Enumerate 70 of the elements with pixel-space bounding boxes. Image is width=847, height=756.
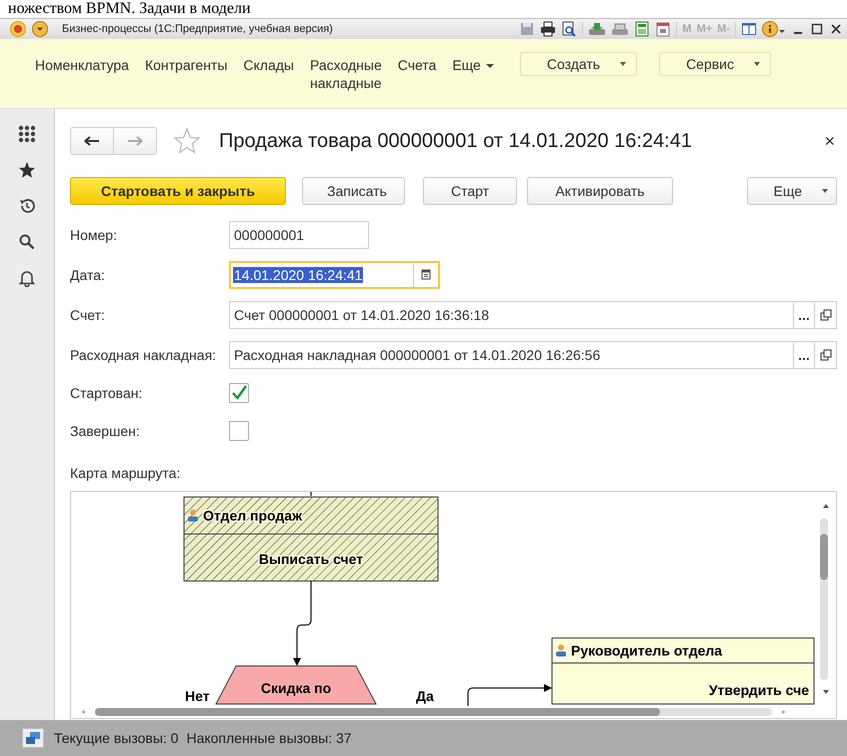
action-button[interactable]: Записать (302, 177, 405, 205)
vertical-scrollbar[interactable] (820, 504, 829, 694)
star-icon[interactable] (18, 161, 36, 179)
start-close-button[interactable]: Стартовать и закрыть (70, 177, 286, 205)
reference-field[interactable]: Счет 000000001 от 14.01.2020 16:36:18 ... (229, 301, 815, 329)
person-icon (188, 510, 198, 522)
open-icon[interactable] (815, 341, 837, 369)
window-title: Бизнес-процессы (1С:Предприятие, учебная версия) (62, 23, 333, 35)
calendar-icon[interactable] (655, 21, 672, 37)
checkbox[interactable] (229, 383, 249, 403)
decision-node[interactable] (215, 666, 377, 704)
field-label: Счет: (70, 307, 106, 323)
close-button[interactable]: × (824, 130, 835, 152)
caret-icon (754, 62, 760, 66)
network-icon[interactable] (22, 728, 44, 748)
field-label: Номер: (70, 227, 118, 243)
more-button[interactable]: Еще (746, 177, 837, 205)
bell-icon[interactable] (18, 269, 36, 287)
section-link[interactable]: Номенклатура (35, 56, 129, 74)
info-icon[interactable] (762, 21, 786, 37)
choose-button[interactable]: ... (793, 342, 814, 368)
caret-icon (822, 189, 828, 193)
task-node[interactable] (552, 638, 814, 704)
horizontal-scrollbar[interactable] (81, 708, 786, 716)
star-icon[interactable] (173, 127, 201, 155)
logo-icon (10, 21, 26, 37)
document-text: ножеством BPMN. Задачи в модели (7, 0, 251, 18)
decision-name: Скидка по (260, 680, 332, 696)
caret-icon (620, 62, 626, 66)
maximize-icon[interactable] (810, 21, 824, 37)
branch-label: Да (416, 688, 434, 704)
lane-title: Руководитель отдела (571, 642, 722, 658)
history-icon[interactable] (18, 197, 36, 215)
menu-icon[interactable] (32, 21, 48, 37)
section-link[interactable]: Склады (243, 56, 294, 74)
choose-button[interactable]: ... (793, 302, 814, 328)
date-field[interactable]: 14.01.2020 16:24:41 (229, 261, 440, 289)
action-button[interactable]: Старт (423, 177, 517, 205)
reference-field[interactable]: Расходная накладная 000000001 от 14.01.2020 16:26:56 ... (229, 341, 815, 369)
grid-menu-icon[interactable] (18, 125, 36, 143)
caret-icon (486, 63, 494, 69)
calculator-icon[interactable] (634, 21, 650, 37)
tray-icon[interactable] (588, 21, 606, 37)
field-label: Завершен: (70, 423, 141, 439)
panel-icon[interactable] (741, 21, 757, 37)
accumulated-calls: Накопленные вызовы: 37 (186, 730, 352, 746)
section-link[interactable]: Контрагенты (144, 56, 228, 74)
more-menu[interactable]: Еще (452, 56, 494, 74)
task-name: Утвердить сче (708, 682, 809, 698)
form-title: Продажа товара 000000001 от 14.01.2020 16:24:41 (219, 130, 692, 152)
field-label: Расходная накладная: (70, 347, 218, 363)
search-icon[interactable] (18, 233, 36, 251)
section-link[interactable]: Расходные накладные (310, 56, 382, 92)
action-button[interactable]: Активировать (527, 177, 673, 205)
preview-icon[interactable] (561, 21, 578, 37)
branch-label: Нет (185, 688, 210, 704)
number-field[interactable]: 000000001 (229, 221, 369, 249)
printer-icon[interactable] (540, 21, 556, 37)
dropdown-button[interactable]: Сервис (659, 52, 772, 76)
field-label: Дата: (70, 267, 106, 283)
checkbox[interactable] (229, 421, 249, 441)
field-label: Карта маршрута: (70, 465, 182, 481)
current-calls: Текущие вызовы: 0 (54, 730, 178, 746)
dropdown-button[interactable]: Создать (520, 52, 638, 76)
section-link[interactable]: Счета (398, 56, 436, 74)
field-label: Стартован: (70, 385, 144, 401)
person-icon (556, 644, 566, 656)
open-icon[interactable] (815, 301, 837, 329)
task-node[interactable] (184, 496, 438, 582)
tray-icon[interactable] (611, 21, 630, 37)
